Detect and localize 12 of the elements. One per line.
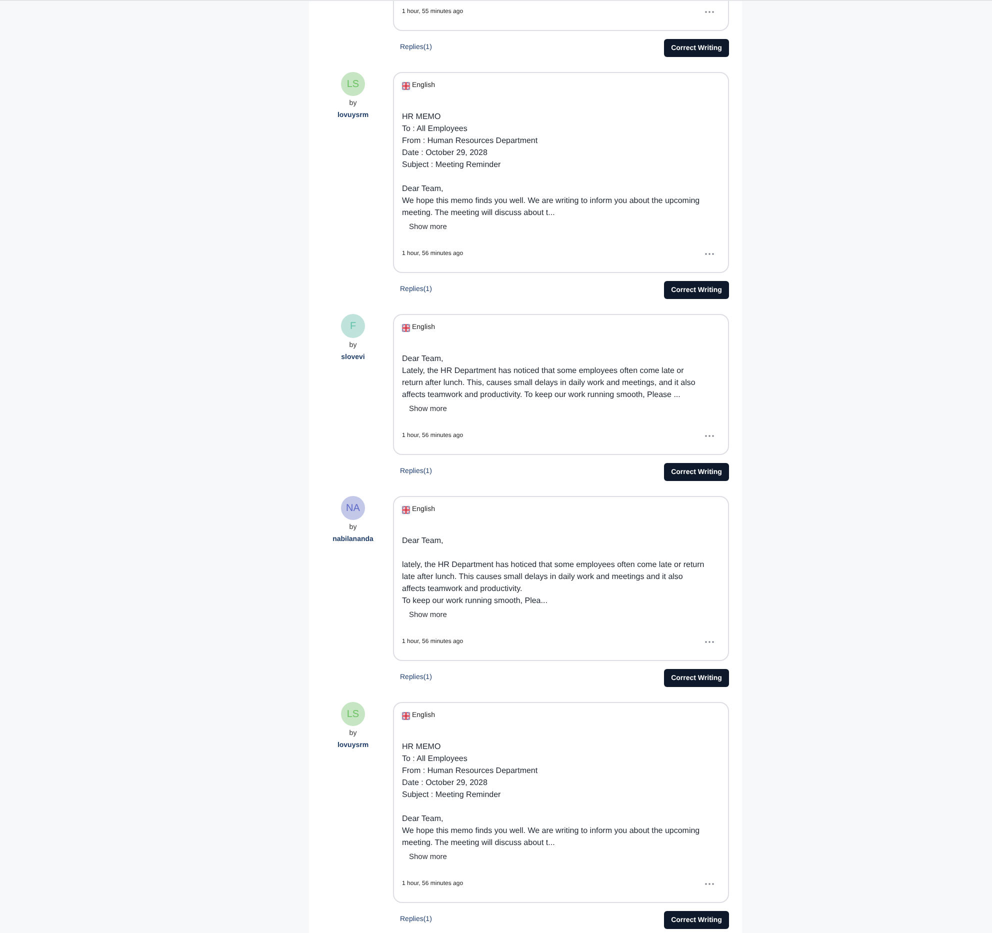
post-text: Dear Team, Lately, the HR Department has noticed that some employees often come late or return after lunch. This, causes small delays in daily work and meetings, and it also affects teamwork and productivity. To keep our work running smooth, Please ... [402, 353, 696, 401]
post-text: HR MEMO To : All Employees From : Human Resources Department Date : October 29, 2028 Subject : Meeting Reminder Dear Team, We hope this memo finds you well. We are writing to inform you about the upcoming meeting. The meeting will discuss about t... [402, 111, 701, 219]
flag-icon [402, 82, 410, 90]
flag-icon [402, 324, 410, 332]
post-text: Dear Team, lately, the HR Department has hoticed that some employees often come late or return late after lunch. This causes small delays in daily work and meetings and it also affects teamwork and productivity. To keep our work running smooth, Plea... [402, 535, 706, 607]
user-avatar: NA [341, 496, 365, 520]
user-avatar: F [341, 314, 365, 338]
flag-icon [402, 712, 410, 720]
flag-icon [402, 506, 410, 514]
user-avatar: LS [341, 702, 365, 726]
post-text: HR MEMO To : All Employees From : Human Resources Department Date : October 29, 2028 Subject : Meeting Reminder Dear Team, We hope this memo finds you well. We are writing to inform you about the upcoming meeting. The meeting will discuss about t... [402, 741, 701, 849]
user-avatar: LS [341, 72, 365, 96]
